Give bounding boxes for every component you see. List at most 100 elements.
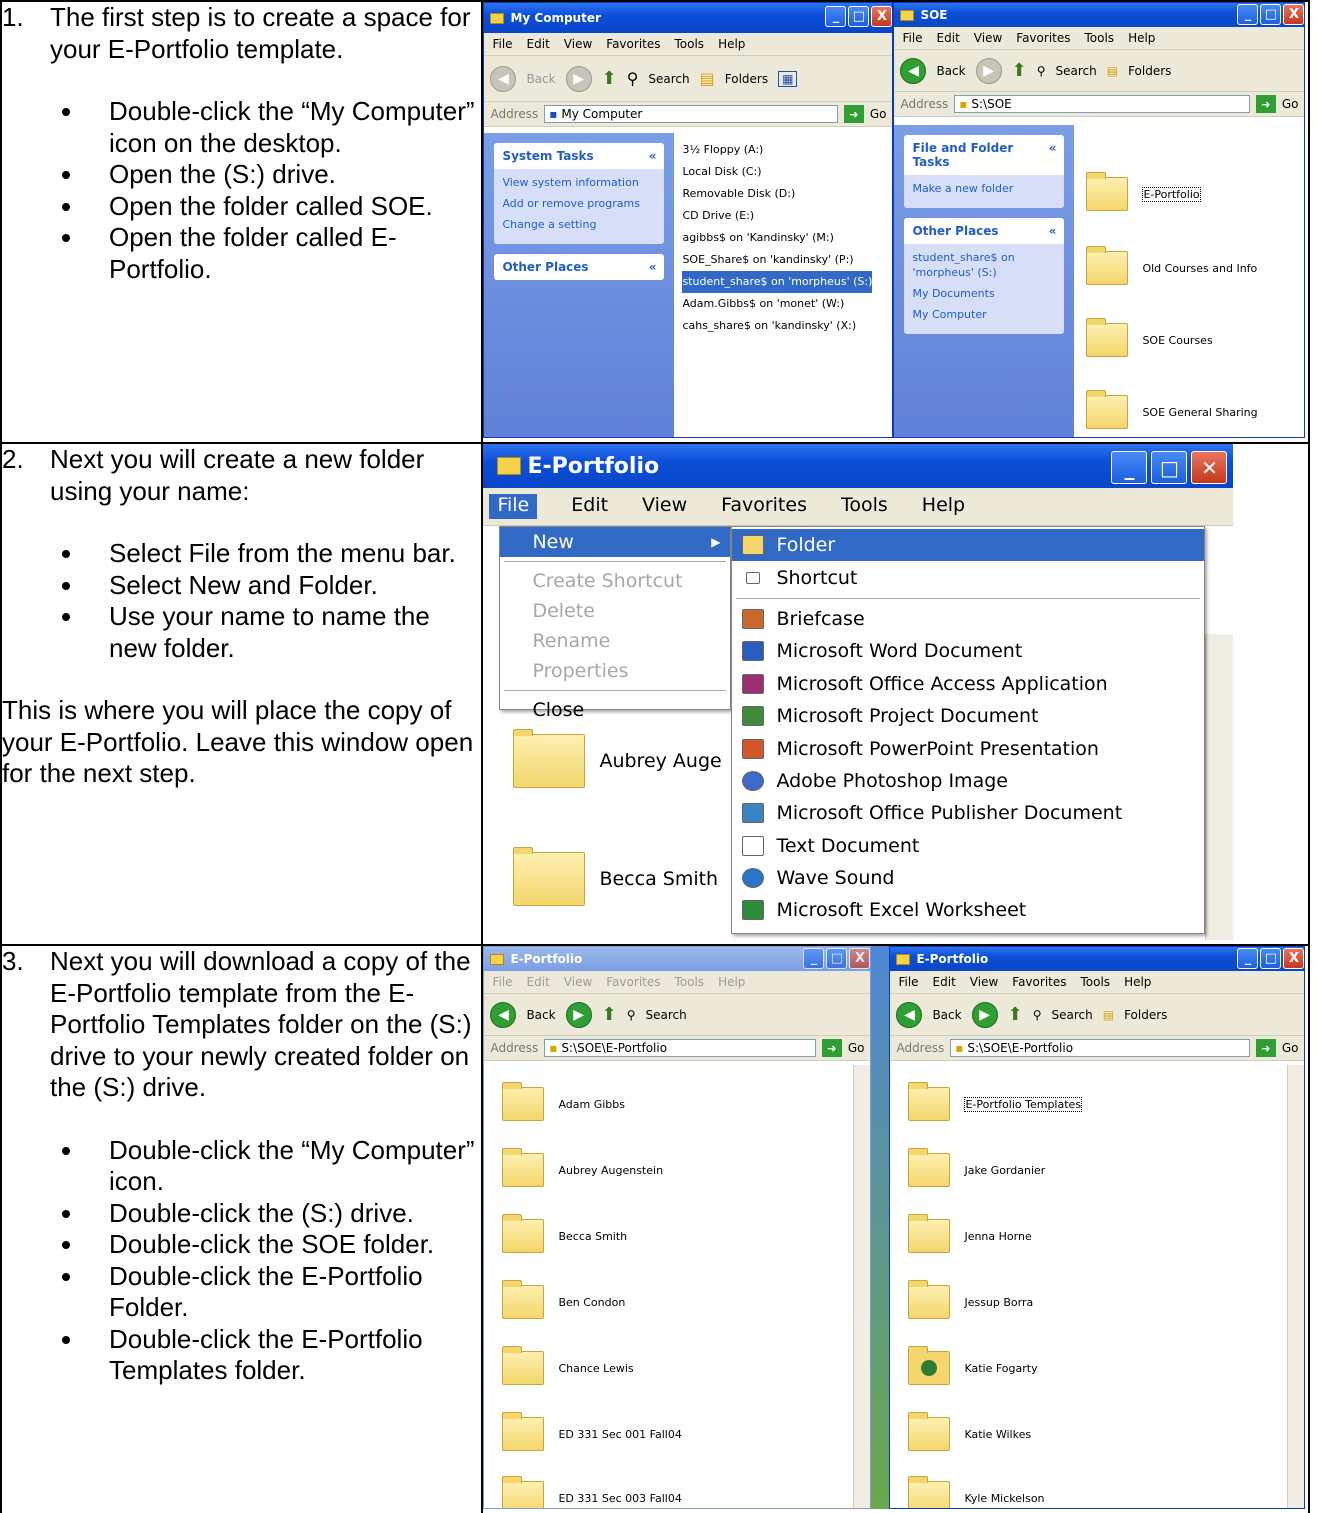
folder-item[interactable]: ED 331 Sec 003 Fall04	[502, 1476, 682, 1508]
task-link[interactable]: Add or remove programs	[502, 196, 656, 211]
go-arrow-icon[interactable]: ➜	[1255, 95, 1276, 113]
up-folder-icon[interactable]: ⬆	[602, 1004, 617, 1025]
forward-arrow-icon[interactable]: ▶	[565, 65, 592, 92]
drive-item[interactable]: cahs_share$ on 'kandinsky' (X:)	[682, 315, 872, 337]
minimize-button[interactable]: _	[1111, 451, 1148, 484]
new-access-item[interactable]: Microsoft Office Access Application	[732, 668, 1204, 700]
up-folder-icon[interactable]: ⬆	[1012, 60, 1027, 81]
go-arrow-icon[interactable]: ➜	[1255, 1039, 1276, 1057]
folder-item[interactable]: Adam Gibbs	[502, 1082, 625, 1121]
collapse-icon[interactable]: «	[1049, 141, 1057, 169]
back-button[interactable]: Back	[932, 1008, 961, 1022]
menu-view[interactable]: View	[970, 975, 998, 989]
address-input[interactable]: ▪ S:\SOE\E-Portfolio	[544, 1039, 816, 1057]
views-icon[interactable]: ▦	[778, 70, 798, 87]
drive-item[interactable]: Local Disk (C:)	[682, 161, 872, 183]
task-link[interactable]: View system information	[502, 175, 656, 190]
menu-item-close[interactable]: Close	[500, 695, 730, 725]
address-input[interactable]: ▪ My Computer	[544, 105, 838, 123]
folders-button[interactable]: Folders	[1124, 1008, 1167, 1022]
drive-item[interactable]: Removable Disk (D:)	[682, 183, 872, 205]
maximize-button[interactable]: □	[1260, 948, 1282, 969]
menu-edit[interactable]: Edit	[937, 31, 960, 45]
menu-tools[interactable]: Tools	[675, 37, 705, 51]
folder-item[interactable]: Ben Condon	[502, 1280, 625, 1319]
close-button[interactable]: ✕	[1191, 451, 1228, 484]
maximize-button[interactable]: □	[848, 6, 870, 27]
folder-item[interactable]: Katie Wilkes	[908, 1412, 1031, 1451]
address-input[interactable]: ▪ S:\SOE\E-Portfolio	[950, 1039, 1250, 1057]
close-button[interactable]: X	[1283, 948, 1305, 969]
go-button[interactable]: Go	[848, 1041, 865, 1055]
folders-button[interactable]: Folders	[725, 72, 768, 86]
collapse-icon[interactable]: «	[649, 260, 657, 274]
task-link[interactable]: Make a new folder	[912, 181, 1056, 196]
close-button[interactable]: X	[871, 6, 893, 27]
menu-favorites[interactable]: Favorites	[606, 37, 660, 51]
maximize-button[interactable]: □	[1151, 451, 1188, 484]
menu-favorites[interactable]: Favorites	[721, 494, 807, 519]
new-wave-item[interactable]: Wave Sound	[732, 862, 1204, 894]
go-arrow-icon[interactable]: ➜	[843, 105, 864, 123]
scrollbar[interactable]	[1287, 1065, 1305, 1508]
minimize-button[interactable]: _	[1237, 948, 1259, 969]
search-icon[interactable]: ⚲	[627, 69, 639, 88]
new-excel-item[interactable]: Microsoft Excel Worksheet	[732, 894, 1204, 926]
menu-view[interactable]: View	[974, 31, 1002, 45]
menu-view[interactable]: View	[564, 37, 592, 51]
folder-item[interactable]: E-Portfolio Templates	[908, 1082, 1083, 1121]
menu-edit[interactable]: Edit	[527, 37, 550, 51]
minimize-button[interactable]: _	[825, 6, 847, 27]
folder-item[interactable]: Old Courses and Info	[1086, 246, 1257, 285]
menu-tools[interactable]: Tools	[841, 494, 888, 519]
minimize-button[interactable]: _	[803, 948, 825, 969]
menu-item-delete[interactable]: Delete	[500, 596, 730, 626]
drive-item[interactable]: CD Drive (E:)	[682, 205, 872, 227]
go-button[interactable]: Go	[870, 107, 887, 121]
folders-icon[interactable]: ▤	[700, 69, 715, 88]
place-link[interactable]: student_share$ on 'morpheus' (S:)	[912, 250, 1056, 280]
folder-item[interactable]: Kyle Mickelson	[908, 1476, 1045, 1508]
folder-item[interactable]: SOE Courses	[1086, 318, 1213, 357]
close-button[interactable]: X	[1283, 4, 1305, 25]
maximize-button[interactable]: □	[826, 948, 848, 969]
menu-help[interactable]: Help	[1128, 31, 1155, 45]
folder-item[interactable]: SOE General Sharing	[1086, 390, 1258, 429]
new-briefcase-item[interactable]: Briefcase	[732, 603, 1204, 635]
task-link[interactable]: Change a setting	[502, 217, 656, 232]
back-button[interactable]: Back	[526, 72, 555, 86]
up-folder-icon[interactable]: ⬆	[602, 68, 617, 89]
search-button[interactable]: Search	[645, 1008, 686, 1022]
drive-item[interactable]: agibbs$ on 'Kandinsky' (M:)	[682, 227, 872, 249]
menu-tools[interactable]: Tools	[1081, 975, 1111, 989]
menu-help[interactable]: Help	[922, 494, 965, 519]
folders-icon[interactable]: ▤	[1103, 1008, 1114, 1022]
place-link[interactable]: My Documents	[912, 286, 1056, 301]
search-icon[interactable]: ⚲	[627, 1008, 636, 1022]
search-icon[interactable]: ⚲	[1033, 1008, 1042, 1022]
go-arrow-icon[interactable]: ➜	[821, 1039, 842, 1057]
menu-view[interactable]: View	[564, 975, 592, 989]
new-folder-item[interactable]: Folder	[732, 529, 1205, 562]
menu-help[interactable]: Help	[1124, 975, 1151, 989]
close-button[interactable]: X	[849, 948, 871, 969]
drive-item-selected[interactable]: student_share$ on 'morpheus' (S:)	[682, 271, 873, 293]
menu-file[interactable]: File	[898, 975, 918, 989]
back-arrow-icon[interactable]: ◀	[490, 65, 517, 92]
place-link[interactable]: My Computer	[912, 307, 1056, 322]
menu-file[interactable]: File	[902, 31, 922, 45]
menu-edit[interactable]: Edit	[933, 975, 956, 989]
menu-item-rename[interactable]: Rename	[500, 626, 730, 656]
menu-help[interactable]: Help	[718, 975, 745, 989]
menu-favorites[interactable]: Favorites	[1016, 31, 1070, 45]
menu-file[interactable]: File	[492, 975, 512, 989]
minimize-button[interactable]: _	[1237, 4, 1259, 25]
menu-favorites[interactable]: Favorites	[606, 975, 660, 989]
menu-item-new[interactable]: New ▶	[500, 527, 731, 557]
new-photoshop-item[interactable]: Adobe Photoshop Image	[732, 765, 1204, 797]
new-text-item[interactable]: Text Document	[732, 830, 1204, 862]
forward-arrow-icon[interactable]: ▶	[971, 1001, 998, 1028]
back-button[interactable]: Back	[526, 1008, 555, 1022]
forward-arrow-icon[interactable]: ▶	[565, 1001, 592, 1028]
folders-icon[interactable]: ▤	[1107, 64, 1118, 78]
